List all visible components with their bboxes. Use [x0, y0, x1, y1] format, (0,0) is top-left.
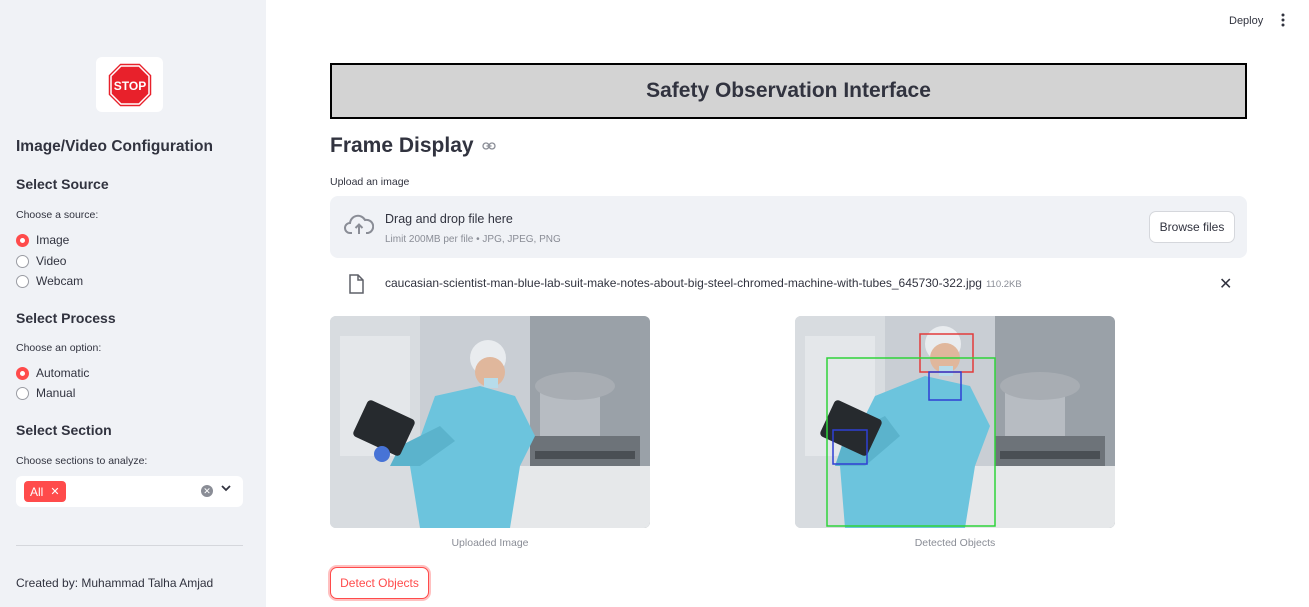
- clear-all-icon[interactable]: ✕: [201, 485, 213, 497]
- chevron-down-icon[interactable]: [220, 482, 232, 497]
- sidebar-divider: [16, 545, 243, 546]
- detected-objects-caption: Detected Objects: [914, 537, 996, 549]
- page-title: Safety Observation Interface: [646, 79, 931, 102]
- radio-source-webcam[interactable]: Webcam: [16, 274, 83, 288]
- chip-remove-icon[interactable]: ✕: [50, 485, 59, 498]
- radio-indicator[interactable]: [16, 274, 29, 288]
- file-dropzone[interactable]: Drag and drop file here Limit 200MB per …: [330, 196, 1247, 258]
- logo-text: STOP: [113, 79, 145, 93]
- created-by-text: Created by: Muhammad Talha Amjad: [16, 576, 214, 590]
- radio-process-manual[interactable]: Manual: [16, 386, 75, 400]
- radio-label: Webcam: [36, 274, 84, 288]
- chip-label: All: [30, 484, 44, 499]
- radio-selected-indicator[interactable]: [16, 233, 29, 247]
- uploaded-image-caption: Uploaded Image: [451, 537, 529, 549]
- frame-display-heading: Frame Display: [330, 134, 496, 158]
- file-icon: [348, 274, 364, 299]
- section-prompt: Choose sections to analyze:: [16, 455, 148, 467]
- source-prompt: Choose a source:: [16, 209, 99, 221]
- detected-objects-image: [795, 316, 1115, 528]
- uploaded-file-row: caucasian-scientist-man-blue-lab-suit-ma…: [330, 270, 1247, 298]
- uploaded-image: [330, 316, 650, 528]
- section-multiselect[interactable]: All ✕ ✕: [16, 476, 243, 507]
- radio-label: Image: [36, 233, 70, 247]
- select-source-heading: Select Source: [16, 176, 109, 192]
- anchor-link-icon[interactable]: [481, 141, 496, 151]
- frame-title-text: Frame Display: [330, 134, 474, 157]
- kebab-menu-icon[interactable]: [1280, 13, 1286, 30]
- upload-limit-text: Limit 200MB per file • JPG, JPEG, PNG: [385, 234, 561, 245]
- radio-label: Automatic: [36, 366, 90, 380]
- page-title-banner: Safety Observation Interface: [330, 63, 1247, 119]
- drag-drop-text: Drag and drop file here: [385, 212, 513, 226]
- remove-file-close-icon[interactable]: ✕: [1219, 274, 1232, 294]
- upload-label: Upload an image: [330, 176, 410, 188]
- selected-chip-all[interactable]: All ✕: [24, 481, 66, 502]
- cloud-upload-icon: [344, 214, 375, 241]
- radio-indicator[interactable]: [16, 386, 29, 400]
- file-name: caucasian-scientist-man-blue-lab-suit-ma…: [385, 276, 1022, 290]
- process-prompt: Choose an option:: [16, 342, 102, 354]
- select-section-heading: Select Section: [16, 422, 112, 438]
- file-size: 110.2KB: [985, 279, 1022, 290]
- sidebar-title: Image/Video Configuration: [16, 138, 213, 155]
- file-name-text: caucasian-scientist-man-blue-lab-suit-ma…: [385, 276, 982, 290]
- radio-label: Manual: [36, 386, 76, 400]
- deploy-button[interactable]: Deploy: [1229, 15, 1263, 27]
- radio-source-image[interactable]: Image: [16, 233, 69, 247]
- stop-sign-logo: STOP: [96, 57, 163, 112]
- select-process-heading: Select Process: [16, 310, 116, 326]
- radio-label: Video: [36, 254, 67, 268]
- radio-indicator[interactable]: [16, 254, 29, 268]
- sidebar: STOP Image/Video Configuration Select So…: [0, 0, 266, 607]
- radio-process-automatic[interactable]: Automatic: [16, 366, 89, 380]
- browse-files-button[interactable]: Browse files: [1149, 211, 1235, 243]
- radio-source-video[interactable]: Video: [16, 254, 66, 268]
- radio-selected-indicator[interactable]: [16, 366, 29, 380]
- detect-objects-button[interactable]: Detect Objects: [330, 567, 429, 599]
